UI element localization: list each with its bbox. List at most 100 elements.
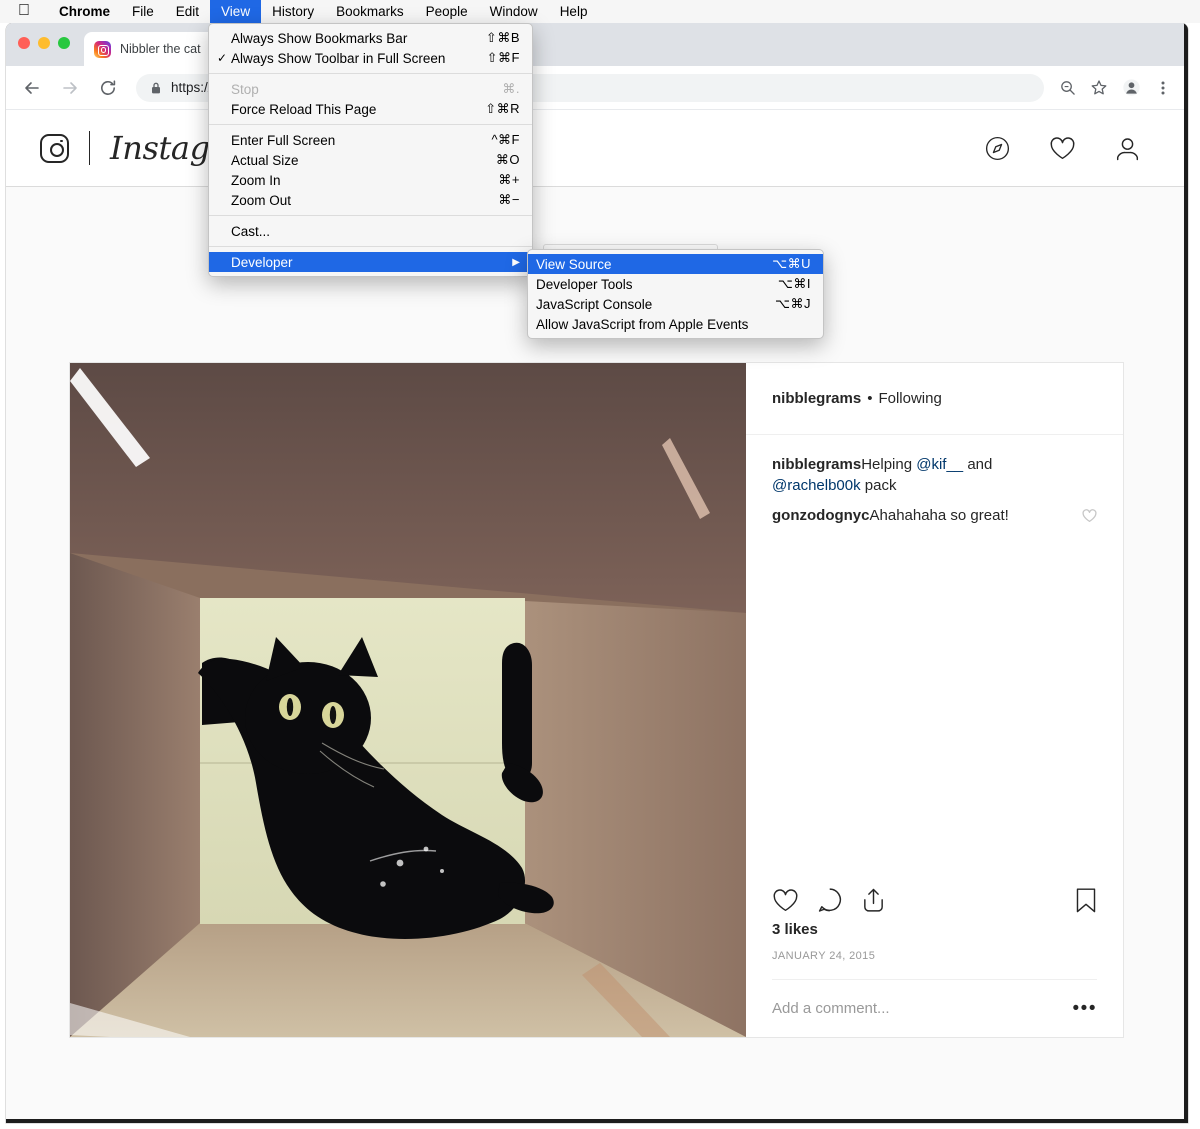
- share-upload-icon[interactable]: [861, 887, 886, 913]
- window-right-edge: [1184, 23, 1188, 1123]
- post-comments-list: nibblegramsHelping @kif__ and @rachelb00…: [746, 435, 1123, 537]
- instagram-post: nibblegrams • Following nibblegramsHelpi…: [69, 362, 1124, 1038]
- menu-item-label: Allow JavaScript from Apple Events: [536, 317, 787, 332]
- menu-item-label: Enter Full Screen: [231, 133, 467, 148]
- post-author-username[interactable]: nibblegrams: [772, 390, 861, 407]
- menu-item-javascript-console[interactable]: JavaScript Console ⌥⌘J: [528, 294, 823, 314]
- toolbar-icons: [1052, 73, 1178, 103]
- window-bottom-edge: [6, 1119, 1188, 1123]
- comment-text: and: [963, 456, 992, 473]
- heart-activity-icon[interactable]: [1049, 136, 1076, 161]
- comment-heart-icon[interactable]: [1082, 509, 1097, 530]
- add-comment-input[interactable]: Add a comment...: [772, 1000, 890, 1017]
- menu-item-developer-tools[interactable]: Developer Tools ⌥⌘I: [528, 274, 823, 294]
- back-arrow-icon[interactable]: [16, 72, 48, 104]
- menu-item-label: Developer Tools: [536, 277, 754, 292]
- menu-item-always-show-bookmarks-bar[interactable]: Always Show Bookmarks Bar ⇧⌘B: [209, 28, 532, 48]
- list-item: nibblegramsHelping @kif__ and @rachelb00…: [772, 455, 1097, 496]
- post-follow-state[interactable]: Following: [878, 390, 941, 407]
- forward-arrow-icon[interactable]: [54, 72, 86, 104]
- menubar-item-bookmarks[interactable]: Bookmarks: [325, 0, 415, 23]
- menubar-item-file[interactable]: File: [121, 0, 165, 23]
- menu-item-shortcut: ^⌘F: [491, 132, 520, 148]
- tab-title: Nibbler the cat: [120, 42, 201, 56]
- comment-bubble-icon[interactable]: [817, 887, 843, 913]
- comment-author[interactable]: nibblegrams: [772, 456, 861, 473]
- menu-item-zoom-in[interactable]: Zoom In ⌘+: [209, 170, 532, 190]
- menu-item-cast[interactable]: Cast...: [209, 221, 532, 241]
- zoom-magnifier-icon[interactable]: [1052, 73, 1082, 103]
- menubar-item-window[interactable]: Window: [479, 0, 549, 23]
- post-more-options-icon[interactable]: •••: [1073, 1003, 1097, 1014]
- instagram-favicon-icon: [94, 41, 111, 58]
- instagram-camera-icon: [40, 134, 69, 163]
- menu-item-view-source[interactable]: View Source ⌥⌘U: [528, 254, 823, 274]
- menubar-item-chrome[interactable]: Chrome: [48, 0, 121, 23]
- menubar-item-people[interactable]: People: [415, 0, 479, 23]
- list-item: gonzodognycAhahahaha so great!: [772, 506, 1097, 527]
- menu-separator: [209, 124, 532, 125]
- heart-icon[interactable]: [772, 888, 799, 913]
- menu-item-force-reload-this-page[interactable]: Force Reload This Page ⇧⌘R: [209, 99, 532, 119]
- person-profile-icon[interactable]: [1115, 136, 1140, 161]
- menu-item-label: Always Show Toolbar in Full Screen: [231, 51, 463, 66]
- post-author-separator: •: [867, 390, 872, 407]
- view-dropdown-menu: Always Show Bookmarks Bar ⇧⌘B ✓ Always S…: [208, 23, 533, 277]
- menu-item-label: Cast...: [231, 224, 496, 239]
- window-traffic-lights: [18, 37, 70, 49]
- menu-item-developer[interactable]: Developer ▶: [209, 252, 532, 272]
- menu-item-enter-full-screen[interactable]: Enter Full Screen ^⌘F: [209, 130, 532, 150]
- minimize-window-button[interactable]: [38, 37, 50, 49]
- comment-text: pack: [861, 477, 897, 494]
- menu-item-label: Zoom In: [231, 173, 474, 188]
- apple-logo-icon[interactable]: : [18, 3, 30, 19]
- post-action-area: 3 likes JANUARY 24, 2015 Add a comment..…: [746, 867, 1123, 1037]
- macos-menu-bar:  Chrome File Edit View History Bookmark…: [0, 0, 1200, 23]
- menu-item-shortcut: ⌥⌘J: [775, 296, 811, 312]
- menu-item-label: Developer: [231, 255, 494, 270]
- explore-compass-icon[interactable]: [985, 136, 1010, 161]
- menu-item-actual-size[interactable]: Actual Size ⌘O: [209, 150, 532, 170]
- browser-toolbar: https://w: [6, 66, 1188, 110]
- post-photo[interactable]: [70, 363, 746, 1037]
- menu-item-shortcut: ⇧⌘F: [487, 50, 520, 66]
- star-icon[interactable]: [1084, 73, 1114, 103]
- menu-separator: [209, 246, 532, 247]
- close-window-button[interactable]: [18, 37, 30, 49]
- reload-icon[interactable]: [92, 72, 124, 104]
- menu-item-shortcut: ⇧⌘R: [485, 101, 520, 117]
- menubar-item-history[interactable]: History: [261, 0, 325, 23]
- comment-text: Ahahahaha so great!: [870, 507, 1009, 524]
- menu-item-shortcut: ⌘+: [498, 172, 520, 188]
- post-like-count[interactable]: 3 likes: [772, 921, 1097, 950]
- comment-mention[interactable]: @rachelb00k: [772, 477, 861, 494]
- menu-item-allow-javascript-from-apple-events[interactable]: Allow JavaScript from Apple Events: [528, 314, 823, 334]
- menu-item-shortcut: ⌘−: [498, 192, 520, 208]
- menu-item-shortcut: ⌥⌘U: [772, 256, 811, 272]
- logo-divider: [89, 131, 90, 165]
- comment-mention[interactable]: @kif__: [916, 456, 963, 473]
- three-dot-menu-icon[interactable]: [1148, 73, 1178, 103]
- post-author-row: nibblegrams • Following: [746, 363, 1123, 435]
- checkmark-icon: ✓: [217, 51, 231, 65]
- post-sidebar: nibblegrams • Following nibblegramsHelpi…: [746, 363, 1123, 1037]
- menubar-item-help[interactable]: Help: [549, 0, 599, 23]
- instagram-nav-icons: [985, 136, 1140, 161]
- menu-item-shortcut: ⇧⌘B: [486, 30, 520, 46]
- cat-in-box-photo: [70, 363, 746, 1037]
- comment-author[interactable]: gonzodognyc: [772, 507, 870, 524]
- profile-avatar-icon[interactable]: [1116, 73, 1146, 103]
- menubar-item-edit[interactable]: Edit: [165, 0, 210, 23]
- menubar-item-view[interactable]: View: [210, 0, 261, 23]
- menu-separator: [209, 215, 532, 216]
- maximize-window-button[interactable]: [58, 37, 70, 49]
- menu-item-shortcut: ⌘O: [496, 152, 520, 168]
- menu-item-zoom-out[interactable]: Zoom Out ⌘−: [209, 190, 532, 210]
- developer-submenu: View Source ⌥⌘U Developer Tools ⌥⌘I Java…: [527, 249, 824, 339]
- menu-item-label: View Source: [536, 257, 748, 272]
- bookmark-icon[interactable]: [1075, 887, 1097, 914]
- menu-item-always-show-toolbar-in-full-screen[interactable]: ✓ Always Show Toolbar in Full Screen ⇧⌘F: [209, 48, 532, 68]
- menu-item-label: Stop: [231, 82, 478, 97]
- menu-item-label: Actual Size: [231, 153, 472, 168]
- instagram-header: Instagram: [6, 110, 1188, 187]
